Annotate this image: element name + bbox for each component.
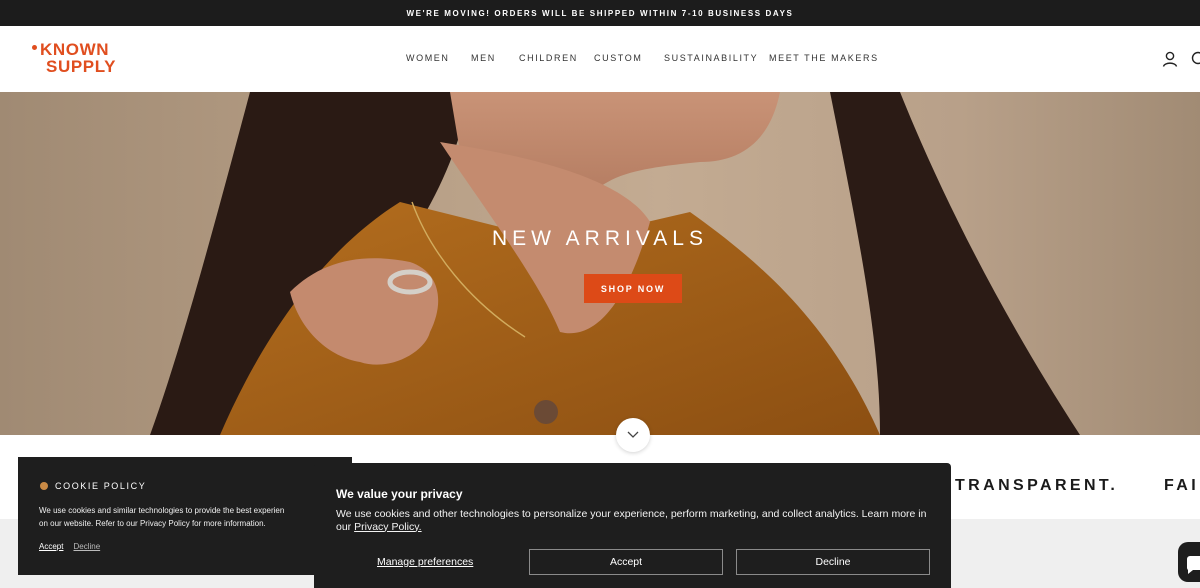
cookie-policy-title: COOKIE POLICY (55, 481, 147, 491)
privacy-body: We use cookies and other technologies to… (336, 508, 927, 533)
shop-now-button[interactable]: SHOP NOW (584, 274, 682, 303)
hero-title: NEW ARRIVALS (492, 227, 708, 250)
cookie-policy-line-1: We use cookies and similar technologies … (39, 506, 285, 515)
cookie-accept-link[interactable]: Accept (39, 542, 63, 551)
cookie-policy-line-2: on our website. Refer to our Privacy Pol… (39, 519, 266, 528)
site-header: KNOWN SUPPLY WOMEN MEN CHILDREN CUSTOM S… (0, 26, 1200, 92)
cookie-decline-link[interactable]: Decline (73, 542, 100, 551)
hero-image (150, 92, 1080, 435)
scroll-down-button[interactable] (616, 418, 650, 452)
marquee-word-fair: FAI (1164, 477, 1200, 494)
privacy-dialog: We value your privacy We use cookies and… (314, 463, 951, 588)
manage-preferences-button[interactable]: Manage preferences (377, 556, 473, 568)
chevron-down-icon (627, 431, 639, 438)
announcement-bar: WE'RE MOVING! ORDERS WILL BE SHIPPED WIT… (0, 0, 1200, 26)
nav-women[interactable]: WOMEN (406, 53, 450, 63)
nav-meet-the-makers[interactable]: MEET THE MAKERS (769, 53, 879, 63)
announcement-text: WE'RE MOVING! ORDERS WILL BE SHIPPED WIT… (406, 8, 794, 18)
main-nav: WOMEN MEN CHILDREN CUSTOM SUSTAINABILITY… (0, 26, 1200, 92)
hero-banner: NEW ARRIVALS SHOP NOW (0, 92, 1200, 435)
nav-children[interactable]: CHILDREN (519, 53, 578, 63)
privacy-policy-link[interactable]: Privacy Policy. (354, 521, 422, 533)
cookie-icon (40, 482, 48, 490)
nav-sustainability[interactable]: SUSTAINABILITY (664, 53, 758, 63)
account-icon[interactable] (1161, 50, 1179, 68)
nav-men[interactable]: MEN (471, 53, 496, 63)
privacy-title: We value your privacy (336, 487, 463, 501)
search-icon[interactable] (1190, 50, 1200, 68)
privacy-decline-button[interactable]: Decline (736, 549, 930, 575)
chat-icon (1187, 556, 1200, 574)
nav-custom[interactable]: CUSTOM (594, 53, 642, 63)
marquee-word-transparent: TRANSPARENT. (955, 477, 1119, 494)
chat-button[interactable] (1178, 542, 1200, 582)
privacy-accept-button[interactable]: Accept (529, 549, 723, 575)
cookie-policy-panel: COOKIE POLICY We use cookies and similar… (18, 457, 352, 575)
